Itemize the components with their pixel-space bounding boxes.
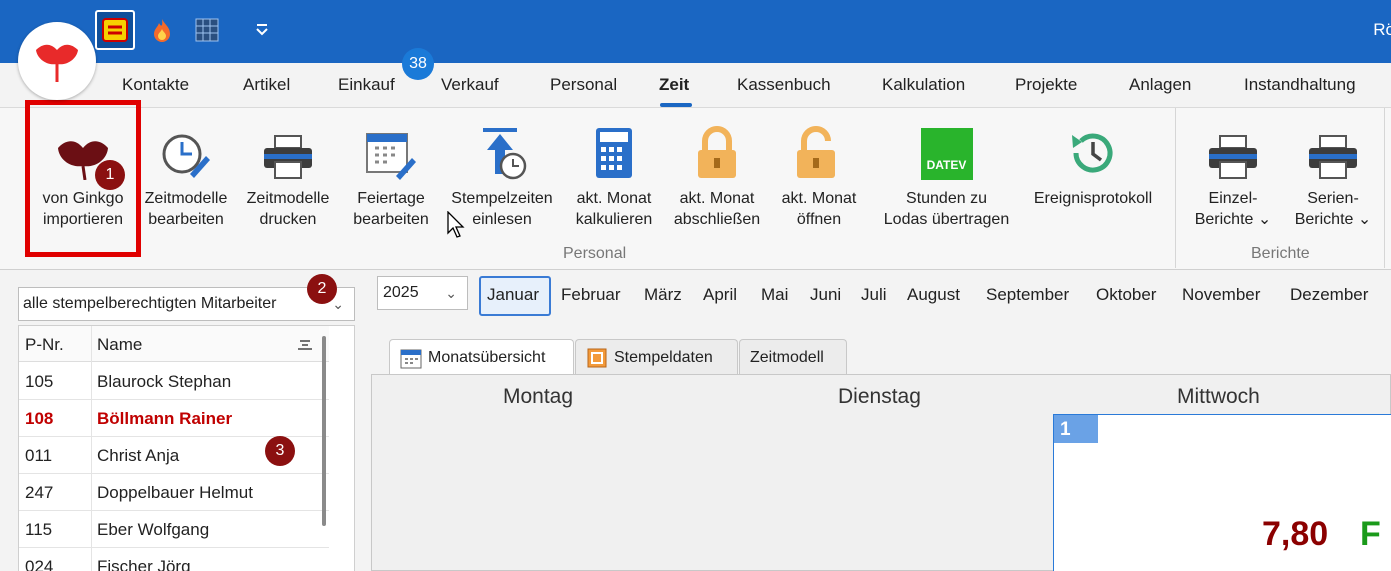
employee-table: P-Nr. Name 105 Blaurock Stephan 108 Böllma… — [18, 325, 355, 571]
table-row[interactable]: 115 Eber Wolfgang — [19, 511, 329, 548]
stamp-data-icon — [587, 348, 607, 367]
calendar-icon — [400, 349, 422, 369]
lock-closed-icon — [698, 126, 736, 178]
customize-toolbar-icon[interactable] — [242, 10, 282, 50]
main-nav: Kontakte Artikel Einkauf Verkauf Persona… — [0, 63, 1391, 108]
edit-holidays-button[interactable]: Feiertage bearbeiten — [345, 118, 437, 230]
day-header-tuesday: Dienstag — [838, 385, 921, 408]
group-label-personal: Personal — [563, 245, 627, 262]
close-month-button[interactable]: akt. Monat abschließen — [667, 118, 767, 230]
single-reports-button[interactable]: Einzel- Berichte ⌄ — [1188, 118, 1278, 230]
transfer-to-lodas-button[interactable]: DATEV Stunden zu Lodas übertragen — [874, 118, 1019, 230]
group-separator — [1175, 108, 1176, 268]
mouse-cursor-icon — [447, 211, 465, 238]
employee-panel: alle stempelberechtigten Mitarbeiter ⌄ P… — [0, 271, 362, 571]
tab-einkauf[interactable]: Einkauf — [338, 75, 395, 95]
calendar-day-cell[interactable]: 1 7,80 F — [1053, 414, 1391, 571]
calendar-edit-icon — [366, 133, 416, 180]
employee-filter-select[interactable]: alle stempelberechtigten Mitarbeiter ⌄ — [18, 287, 355, 321]
day-number: 1 — [1054, 415, 1098, 443]
column-header-name[interactable]: Name — [97, 335, 142, 355]
step-marker-1: 1 — [95, 160, 125, 190]
month-juli[interactable]: Juli — [861, 285, 887, 305]
month-juni[interactable]: Juni — [810, 285, 841, 305]
grid-app-icon[interactable] — [187, 10, 227, 50]
tab-monatsuebersicht[interactable]: Monatsübersicht — [389, 339, 574, 376]
month-maerz[interactable]: März — [644, 285, 682, 305]
scrollbar[interactable] — [322, 336, 326, 526]
chevron-down-icon: ⌄ — [332, 296, 344, 312]
month-februar[interactable]: Februar — [561, 285, 621, 305]
month-august[interactable]: August — [907, 285, 960, 305]
tab-zeitmodell[interactable]: Zeitmodell — [739, 339, 847, 375]
day-header-monday: Montag — [503, 385, 574, 408]
tab-kalkulation[interactable]: Kalkulation — [882, 75, 965, 95]
datev-icon: DATEV — [920, 128, 973, 180]
import-clock-icon — [483, 128, 527, 180]
table-header: P-Nr. Name — [19, 326, 329, 362]
active-tab-indicator — [660, 103, 692, 107]
month-november[interactable]: November — [1182, 285, 1260, 305]
event-log-button[interactable]: Ereignisprotokoll — [1027, 118, 1159, 209]
tab-personal[interactable]: Personal — [550, 75, 617, 95]
day-status-flag: F — [1360, 515, 1381, 553]
tab-stempeldaten[interactable]: Stempeldaten — [575, 339, 738, 375]
lock-open-icon — [797, 126, 835, 178]
tab-anlagen[interactable]: Anlagen — [1129, 75, 1191, 95]
table-row[interactable]: 105 Blaurock Stephan — [19, 363, 329, 400]
sort-icon[interactable] — [297, 338, 313, 350]
user-name: Rö — [1373, 20, 1391, 39]
step-marker-3: 3 — [265, 436, 295, 466]
tab-zeit[interactable]: Zeit — [659, 75, 689, 95]
column-header-pnr[interactable]: P-Nr. — [25, 335, 64, 355]
ginkgo-logo-icon[interactable] — [18, 22, 96, 100]
month-september[interactable]: September — [986, 285, 1069, 305]
day-header-wednesday: Mittwoch — [1177, 385, 1260, 408]
group-label-berichte: Berichte — [1251, 245, 1310, 262]
month-januar[interactable]: Januar — [487, 285, 539, 305]
tab-artikel[interactable]: Artikel — [243, 75, 290, 95]
flame-icon[interactable] — [142, 10, 182, 50]
title-bar: Rö — [0, 0, 1391, 63]
print-time-models-button[interactable]: Zeitmodelle drucken — [242, 118, 334, 230]
year-select[interactable]: 2025 ⌄ — [377, 276, 468, 310]
quick-access-app-icon[interactable] — [95, 10, 135, 50]
step-marker-2: 2 — [307, 274, 337, 304]
month-calendar: Montag Dienstag Mittwoch 1 7,80 F — [371, 374, 1391, 571]
tab-projekte[interactable]: Projekte — [1015, 75, 1077, 95]
month-mai[interactable]: Mai — [761, 285, 788, 305]
printer-icon — [264, 135, 312, 179]
calculate-month-button[interactable]: akt. Monat kalkulieren — [568, 118, 660, 230]
notification-badge[interactable]: 38 — [402, 48, 434, 80]
calculator-icon — [596, 128, 632, 178]
printer-icon — [1209, 135, 1257, 179]
clock-edit-icon — [162, 134, 210, 178]
tab-kontakte[interactable]: Kontakte — [122, 75, 189, 95]
edit-time-models-button[interactable]: Zeitmodelle bearbeiten — [140, 118, 232, 230]
month-dezember[interactable]: Dezember — [1290, 285, 1368, 305]
serial-reports-button[interactable]: Serien- Berichte ⌄ — [1288, 118, 1378, 230]
month-oktober[interactable]: Oktober — [1096, 285, 1156, 305]
day-hours-value: 7,80 — [1262, 515, 1329, 553]
chevron-down-icon: ⌄ — [445, 285, 457, 301]
tab-kassenbuch[interactable]: Kassenbuch — [737, 75, 831, 95]
group-separator — [1384, 108, 1385, 268]
table-row[interactable]: 108 Böllmann Rainer — [19, 400, 329, 437]
table-row[interactable]: 247 Doppelbauer Helmut — [19, 474, 329, 511]
history-clock-icon — [1072, 133, 1113, 173]
tab-instandhaltung[interactable]: Instandhaltung — [1244, 75, 1356, 95]
table-row[interactable]: 024 Fischer Jörg — [19, 548, 329, 571]
open-month-button[interactable]: akt. Monat öffnen — [773, 118, 865, 230]
printer-icon — [1309, 135, 1357, 179]
ribbon: von Ginkgo importieren Zeitmodelle bearb… — [0, 108, 1391, 270]
month-april[interactable]: April — [703, 285, 737, 305]
tab-verkauf[interactable]: Verkauf — [441, 75, 499, 95]
